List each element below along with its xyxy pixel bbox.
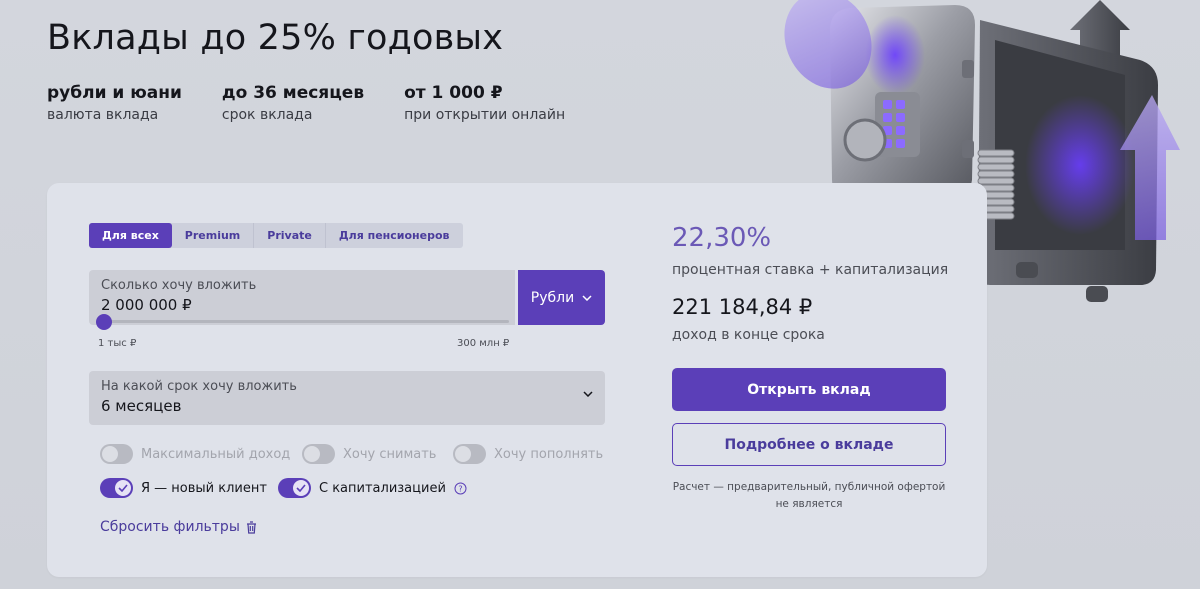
- new-client-switch[interactable]: [100, 478, 133, 498]
- top-up-switch[interactable]: [453, 444, 486, 464]
- toggle-max-income: Максимальный доход: [100, 444, 290, 464]
- audience-tabs: Для всех Premium Private Для пенсионеров: [89, 223, 463, 248]
- disclaimer: Расчет — предварительный, публичной офер…: [672, 481, 946, 510]
- rate-value: 22,30%: [672, 223, 772, 253]
- trash-icon: [246, 520, 256, 534]
- reset-filters-link[interactable]: Сбросить фильтры: [100, 519, 257, 535]
- reset-label: Сбросить фильтры: [100, 519, 240, 535]
- max-income-switch[interactable]: [100, 444, 133, 464]
- capitalization-switch[interactable]: [278, 478, 311, 498]
- term-select[interactable]: На какой срок хочу вложить 6 месяцев: [89, 371, 605, 425]
- rate-caption: процентная ставка + капитализация: [672, 262, 949, 278]
- open-deposit-button[interactable]: Открыть вклад: [672, 368, 946, 411]
- fact-caption: при открытии онлайн: [404, 107, 566, 123]
- term-label: На какой срок хочу вложить: [101, 379, 297, 394]
- amount-label: Сколько хочу вложить: [101, 278, 257, 293]
- amount-input[interactable]: Сколько хочу вложить 2 000 000 ₽: [89, 270, 515, 330]
- fact-caption: срок вклада: [221, 107, 313, 123]
- amount-max-label: 300 млн ₽: [457, 338, 510, 349]
- income-caption: доход в конце срока: [672, 327, 825, 343]
- deposit-facts: рубли и юани валюта вклада до 36 месяцев…: [47, 83, 565, 123]
- amount-slider-handle[interactable]: [95, 314, 112, 330]
- svg-text:?: ?: [458, 484, 462, 493]
- page-title: Вклады до 25% годовых: [47, 18, 504, 58]
- toggle-label: Я — новый клиент: [141, 480, 267, 496]
- chevron-down-icon: [582, 294, 592, 301]
- fact-min-amount: от 1 000 ₽ при открытии онлайн: [404, 83, 565, 123]
- withdraw-switch[interactable]: [302, 444, 335, 464]
- toggle-label: Максимальный доход: [141, 446, 291, 462]
- fact-currency: рубли и юани валюта вклада: [47, 83, 182, 123]
- amount-value[interactable]: 2 000 000 ₽: [101, 296, 192, 314]
- fact-value: от 1 000 ₽: [404, 83, 503, 103]
- tab-pensioners[interactable]: Для пенсионеров: [326, 223, 463, 248]
- tab-for-everyone[interactable]: Для всех: [89, 223, 172, 248]
- currency-label: Рубли: [530, 289, 575, 306]
- currency-select-button[interactable]: Рубли: [518, 270, 605, 325]
- toggle-withdraw: Хочу снимать: [302, 444, 436, 464]
- toggle-new-client: Я — новый клиент: [100, 478, 267, 498]
- check-icon: [115, 480, 131, 496]
- fact-caption: валюта вклада: [47, 107, 159, 123]
- toggle-label: Хочу снимать: [343, 446, 437, 462]
- amount-slider-track[interactable]: [101, 320, 509, 323]
- chevron-down-icon: [583, 391, 593, 397]
- deposit-calculator: Для всех Premium Private Для пенсионеров…: [47, 183, 987, 577]
- tab-premium[interactable]: Premium: [172, 223, 255, 248]
- toggle-label: Хочу пополнять: [494, 446, 604, 462]
- help-icon[interactable]: ?: [454, 482, 467, 495]
- tab-private[interactable]: Private: [254, 223, 326, 248]
- deposit-details-button[interactable]: Подробнее о вкладе: [672, 423, 946, 466]
- check-icon: [293, 480, 309, 496]
- fact-value: рубли и юани: [47, 83, 182, 103]
- income-value: 221 184,84 ₽: [672, 295, 813, 319]
- toggle-capitalization: С капитализацией ?: [278, 478, 467, 498]
- toggle-label: С капитализацией: [319, 480, 446, 496]
- term-value: 6 месяцев: [101, 397, 182, 415]
- amount-min-label: 1 тыс ₽: [98, 338, 137, 349]
- fact-term: до 36 месяцев срок вклада: [222, 83, 364, 123]
- toggle-top-up: Хочу пополнять: [453, 444, 603, 464]
- fact-value: до 36 месяцев: [221, 83, 365, 103]
